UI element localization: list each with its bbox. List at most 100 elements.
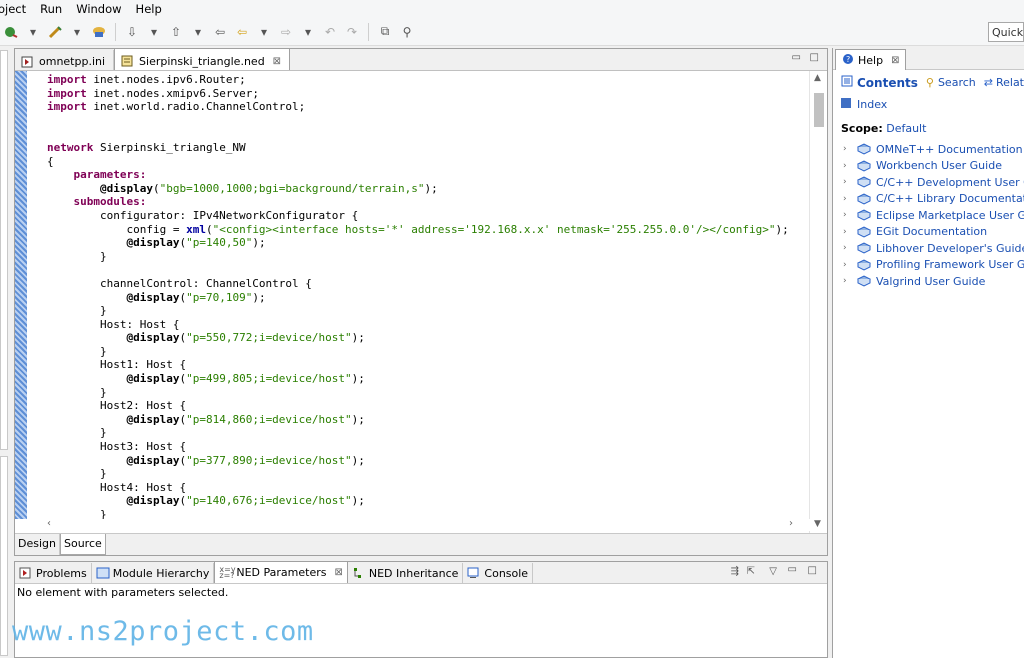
help-book-item[interactable]: › Eclipse Marketplace User Guide (843, 207, 1024, 224)
chevron-right-icon[interactable]: › (843, 243, 853, 253)
forward-icon[interactable]: ⇨ (278, 24, 294, 40)
code-token: @display (126, 236, 180, 250)
dropdown-arrow-icon[interactable]: ▾ (146, 24, 162, 40)
code-line: } (47, 467, 789, 481)
quick-access-input[interactable]: Quick (988, 22, 1024, 42)
menu-run[interactable]: Run (33, 2, 69, 16)
next-annotation-icon[interactable]: ⇩ (124, 24, 140, 40)
scroll-down-icon[interactable]: ▼ (814, 519, 821, 529)
tab-help[interactable]: ? Help ⊠ (835, 49, 907, 70)
chevron-right-icon[interactable]: › (843, 227, 853, 237)
new-wizard-icon[interactable] (3, 24, 19, 40)
back-icon[interactable]: ⇦ (234, 24, 250, 40)
code-token: } (47, 426, 107, 440)
code-token: @display (126, 372, 180, 386)
vertical-scrollbar[interactable]: ▲ ▼ (809, 71, 827, 533)
help-search-link[interactable]: ⚲ Search (926, 76, 976, 89)
chevron-right-icon[interactable]: › (843, 210, 853, 220)
tab-sierpinski-ned[interactable]: Sierpinski_triangle.ned ⊠ (114, 48, 291, 70)
help-book-item[interactable]: › EGit Documentation (843, 224, 1024, 241)
code-token: "p=140,50" (186, 236, 253, 250)
tab-design[interactable]: Design (15, 534, 60, 555)
pin-icon[interactable]: ⚲ (399, 24, 415, 40)
dropdown-arrow-icon[interactable]: ▾ (256, 24, 272, 40)
dropdown-arrow-icon[interactable]: ▾ (190, 24, 206, 40)
help-book-item[interactable]: › Profiling Framework User Guide (843, 257, 1024, 274)
chevron-right-icon[interactable]: › (843, 177, 853, 187)
code-token: inet.nodes.ipv6.Router; (86, 73, 246, 86)
code-token: @display (126, 494, 180, 508)
scrollbar-thumb[interactable] (814, 93, 824, 127)
close-icon[interactable]: ⊠ (334, 567, 342, 578)
scroll-right-icon[interactable]: › (789, 518, 793, 529)
code-line: import inet.world.radio.ChannelControl; (47, 100, 789, 114)
close-icon[interactable]: ⊠ (273, 56, 281, 67)
pin-icon[interactable]: ⇶ (731, 566, 739, 577)
code-lines[interactable]: import inet.nodes.ipv6.Router; import ine… (47, 73, 789, 522)
dropdown-arrow-icon[interactable]: ▾ (69, 24, 85, 40)
help-contents-link[interactable]: Contents (841, 75, 918, 90)
view-menu-icon[interactable]: ▽ (769, 566, 777, 577)
chevron-right-icon[interactable]: › (843, 194, 853, 204)
menu-project[interactable]: oject (0, 2, 33, 16)
minimized-view-strip[interactable] (0, 456, 8, 656)
code-line: network Sierpinski_triangle_NW (47, 141, 789, 155)
minimized-view-strip[interactable] (0, 50, 8, 450)
contents-label: Contents (857, 75, 918, 90)
chevron-right-icon[interactable]: › (843, 161, 853, 171)
code-token: import (47, 73, 87, 86)
tab-omnetpp-ini[interactable]: omnetpp.ini (15, 50, 115, 70)
tab-ned-inheritance[interactable]: NED Inheritance (348, 563, 464, 583)
tab-ned-parameters[interactable]: x=y z=? NED Parameters ⊠ (214, 561, 348, 583)
menu-help[interactable]: Help (129, 2, 169, 16)
dropdown-arrow-icon[interactable]: ▾ (300, 24, 316, 40)
scroll-left-icon[interactable]: ‹ (47, 518, 51, 529)
maximize-icon[interactable]: □ (810, 52, 819, 63)
scope-value-link[interactable]: Default (886, 122, 926, 135)
code-line: } (47, 386, 789, 400)
chevron-right-icon[interactable]: › (843, 260, 853, 270)
help-book-item[interactable]: › C/C++ Development User Guide (843, 174, 1024, 191)
tab-module-hierarchy[interactable]: Module Hierarchy (92, 563, 215, 583)
chevron-right-icon[interactable]: › (843, 276, 853, 286)
index-label: Index (857, 98, 888, 111)
change-ruler (15, 71, 27, 530)
help-book-item[interactable]: › Workbench User Guide (843, 158, 1024, 175)
open-perspective-icon[interactable]: ⧉ (377, 24, 393, 40)
help-book-item[interactable]: › OMNeT++ Documentation (843, 141, 1024, 158)
help-book-item[interactable]: › Libhover Developer's Guide (843, 240, 1024, 257)
database-icon[interactable] (91, 24, 107, 40)
prev-annotation-icon[interactable]: ⇧ (168, 24, 184, 40)
inheritance-icon (352, 567, 366, 579)
book-icon (856, 259, 872, 271)
close-icon[interactable]: ⊠ (891, 55, 899, 66)
source-editor[interactable]: import inet.nodes.ipv6.Router; import ine… (15, 71, 827, 530)
help-book-item[interactable]: › Valgrind User Guide (843, 273, 1024, 290)
code-line: ​ (47, 114, 789, 128)
redo-icon[interactable]: ↷ (344, 24, 360, 40)
code-token: import (47, 100, 87, 114)
scroll-up-icon[interactable]: ▲ (814, 73, 821, 83)
undo-icon[interactable]: ↶ (322, 24, 338, 40)
help-index-link[interactable]: Index (841, 98, 887, 111)
brush-icon[interactable] (47, 24, 63, 40)
dropdown-arrow-icon[interactable]: ▾ (25, 24, 41, 40)
help-related-link[interactable]: ⇄ Related (984, 76, 1024, 89)
menu-window[interactable]: Window (69, 2, 128, 16)
export-icon[interactable]: ⇱ (747, 566, 755, 577)
tab-problems[interactable]: Problems (15, 563, 92, 583)
help-book-item[interactable]: › C/C++ Library Documentation (843, 191, 1024, 208)
chevron-right-icon[interactable]: › (843, 144, 853, 154)
maximize-icon[interactable]: □ (808, 565, 817, 576)
horizontal-scrollbar[interactable]: ‹ › (15, 518, 811, 531)
code-token: @display (126, 412, 180, 426)
minimize-icon[interactable]: ▭ (788, 564, 797, 575)
minimize-icon[interactable]: ▭ (792, 52, 801, 63)
code-token: "p=377,890;i=device/host" (186, 453, 352, 467)
code-line: Host4: Host { (47, 481, 789, 495)
code-line: config = xml("<config><interface hosts='… (47, 223, 788, 237)
tab-source[interactable]: Source (59, 534, 106, 555)
last-edit-icon[interactable]: ⇦ (212, 24, 228, 40)
tab-console[interactable]: Console (463, 563, 534, 583)
